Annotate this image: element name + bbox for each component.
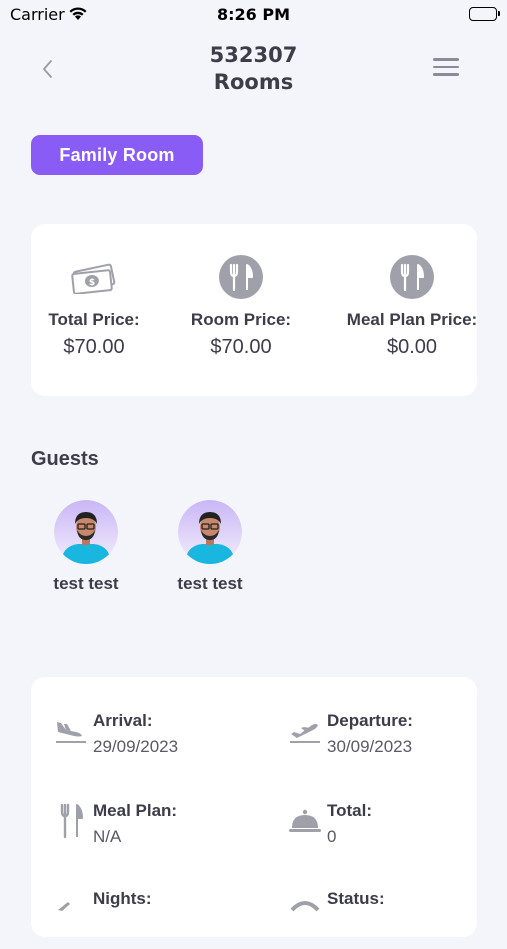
money-icon: $	[19, 254, 169, 300]
detail-nights: Nights:	[53, 889, 253, 949]
plane-icon	[53, 889, 89, 929]
price-total: $ Total Price: $70.00	[19, 254, 169, 359]
total-value: 0	[327, 827, 337, 846]
room-price-value: $70.00	[210, 336, 272, 358]
fork-knife-icon	[166, 254, 316, 300]
detail-total: Total: 0	[287, 801, 487, 861]
detail-status: Status:	[287, 889, 487, 949]
detail-meal-plan: Meal Plan: N/A	[53, 801, 253, 861]
meal-plan-value: N/A	[93, 827, 122, 846]
svg-text:$: $	[89, 278, 95, 288]
guest-item[interactable]: test test	[155, 500, 265, 594]
meal-plan-price-label: Meal Plan Price:	[346, 310, 478, 329]
hamburger-icon	[433, 58, 461, 76]
clock: 8:26 PM	[216, 5, 290, 24]
detail-arrival: Arrival: 29/09/2023	[53, 711, 253, 771]
guests-heading: Guests	[31, 448, 99, 470]
total-price-value: $70.00	[63, 336, 125, 358]
status-icon	[287, 889, 323, 929]
avatar	[178, 500, 242, 564]
status-label: Status:	[327, 889, 385, 908]
nav-header: 532307 Rooms	[0, 40, 507, 100]
battery-icon	[469, 7, 500, 21]
price-card: $ Total Price: $70.00 Room Price: $70.00…	[31, 224, 477, 396]
detail-departure: Departure: 30/09/2023	[287, 711, 487, 771]
title-line-1: 532307	[209, 43, 298, 67]
room-price-label: Room Price:	[190, 310, 292, 329]
total-label: Total:	[327, 801, 373, 820]
plane-landing-icon	[53, 711, 89, 751]
title-line-2: Rooms	[213, 70, 294, 94]
arrival-value: 29/09/2023	[93, 737, 179, 756]
departure-label: Departure:	[327, 711, 413, 730]
cutlery-icon	[53, 801, 89, 841]
guest-name: test test	[177, 574, 243, 593]
meal-plan-label: Meal Plan:	[93, 801, 178, 820]
plane-takeoff-icon	[287, 711, 323, 751]
total-price-label: Total Price:	[48, 310, 140, 329]
booking-details-card: Arrival: 29/09/2023 Departure: 30/09/202…	[31, 677, 477, 937]
page-title: 532307 Rooms	[0, 42, 507, 96]
room-type-chip[interactable]: Family Room	[31, 135, 203, 175]
departure-value: 30/09/2023	[327, 737, 413, 756]
nights-label: Nights:	[93, 889, 152, 908]
meal-plan-price-value: $0.00	[386, 336, 438, 358]
fork-knife-icon	[337, 254, 487, 300]
avatar	[54, 500, 118, 564]
menu-button[interactable]	[433, 58, 461, 80]
cloche-icon	[287, 801, 323, 841]
guest-name: test test	[53, 574, 119, 593]
price-meal-plan: Meal Plan Price: $0.00	[337, 254, 487, 359]
arrival-label: Arrival:	[93, 711, 153, 730]
status-bar: Carrier 8:26 PM	[0, 0, 507, 30]
price-room: Room Price: $70.00	[166, 254, 316, 359]
guest-item[interactable]: test test	[31, 500, 141, 594]
